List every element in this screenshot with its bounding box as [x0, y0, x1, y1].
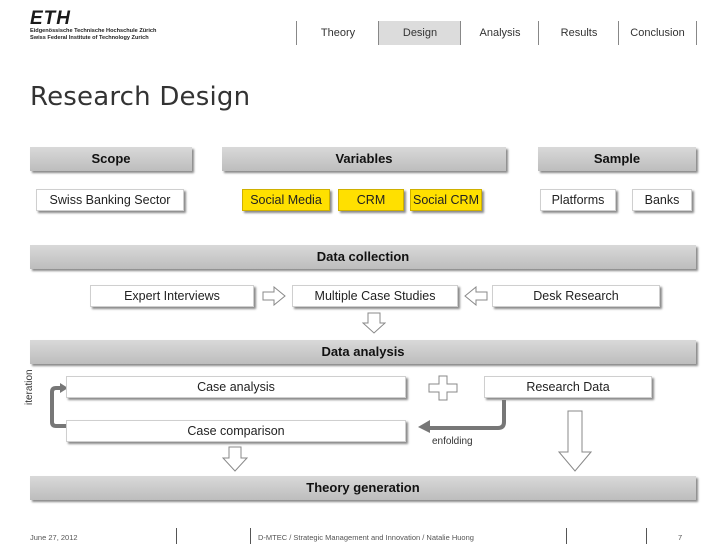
- variable-social-crm: Social CRM: [410, 189, 482, 211]
- down-arrow-icon: [362, 312, 386, 334]
- tab-conclusion[interactable]: Conclusion: [618, 21, 697, 45]
- data-analysis-header: Data analysis: [30, 340, 696, 364]
- tab-conclusion-label: Conclusion: [630, 27, 685, 39]
- tab-analysis-label: Analysis: [479, 27, 521, 39]
- tab-design[interactable]: Design: [378, 21, 462, 45]
- tab-analysis[interactable]: Analysis: [460, 21, 540, 45]
- expert-interviews: Expert Interviews: [90, 285, 254, 307]
- page-title: Research Design: [30, 82, 251, 112]
- enfolding-arrow-icon: [418, 400, 506, 433]
- variable-crm: CRM: [338, 189, 404, 211]
- logo-line-1: Eidgenössische Technische Hochschule Zür…: [30, 28, 157, 34]
- right-arrow-icon: [262, 286, 286, 306]
- logo-line-2: Swiss Federal Institute of Technology Zu…: [30, 35, 149, 41]
- multiple-case-studies: Multiple Case Studies: [292, 285, 458, 307]
- footer-divider: [566, 528, 567, 544]
- scope-item: Swiss Banking Sector: [36, 189, 184, 211]
- footer-divider: [250, 528, 251, 544]
- scope-header: Scope: [30, 147, 192, 171]
- left-arrow-icon: [464, 286, 488, 306]
- desk-research: Desk Research: [492, 285, 660, 307]
- footer-date: June 27, 2012: [30, 533, 78, 542]
- down-arrow-icon: [558, 410, 592, 472]
- footer-divider: [646, 528, 647, 544]
- logo-mark: ETH: [30, 8, 71, 29]
- sample-header: Sample: [538, 147, 696, 171]
- tab-design-label: Design: [402, 27, 438, 39]
- research-data: Research Data: [484, 376, 652, 398]
- sample-banks: Banks: [632, 189, 692, 211]
- page-number: 7: [678, 533, 683, 542]
- tab-theory-label: Theory: [320, 27, 356, 39]
- variables-header: Variables: [222, 147, 506, 171]
- case-comparison: Case comparison: [66, 420, 406, 442]
- enfolding-label: enfolding: [432, 436, 473, 447]
- theory-generation-header: Theory generation: [30, 476, 696, 500]
- case-analysis: Case analysis: [66, 376, 406, 398]
- footer-center: D-MTEC / Strategic Management and Innova…: [258, 533, 474, 542]
- data-collection-header: Data collection: [30, 245, 696, 269]
- sample-header-label: Sample: [593, 151, 641, 166]
- tab-results[interactable]: Results: [538, 21, 620, 45]
- tab-theory[interactable]: Theory: [296, 21, 380, 45]
- variable-social-media: Social Media: [242, 189, 330, 211]
- sample-platforms: Platforms: [540, 189, 616, 211]
- tab-results-label: Results: [560, 27, 598, 39]
- eth-logo: ETH Eidgenössische Technische Hochschule…: [30, 8, 170, 50]
- down-arrow-icon: [222, 446, 248, 472]
- iteration-label: iteration: [24, 369, 35, 405]
- footer-divider: [176, 528, 177, 544]
